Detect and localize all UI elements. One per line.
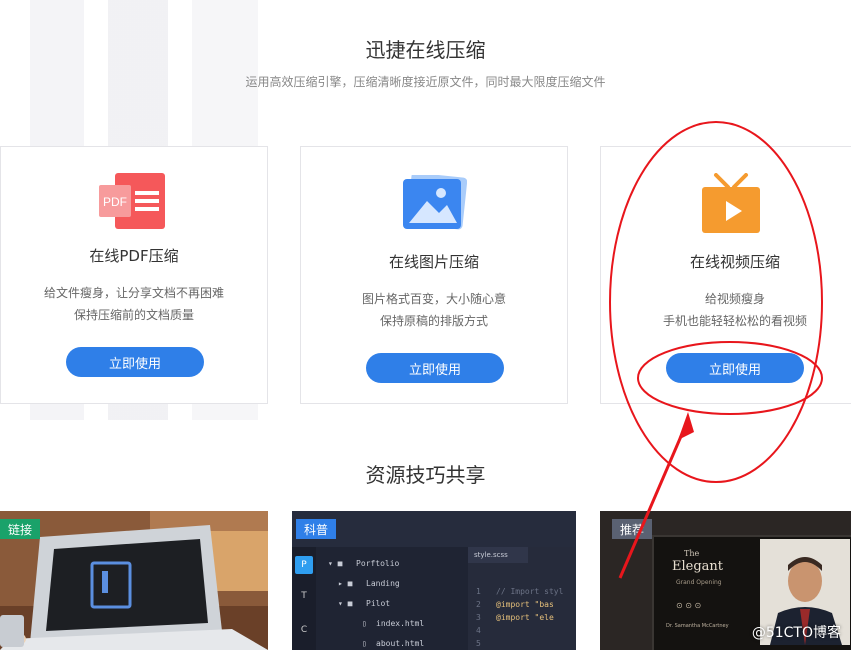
editor-activity-bar: P T C — [292, 547, 316, 650]
section-title-resources: 资源技巧共享 — [365, 463, 486, 487]
magazine-the: The — [684, 549, 700, 558]
folder-chevron-icon: ▾ ■ — [338, 599, 353, 608]
use-now-button-image[interactable]: 立即使用 — [366, 353, 504, 383]
tag-badge: 推荐 — [612, 519, 653, 539]
magazine-icons: ⊙ ⊙ ⊙ — [676, 601, 702, 610]
tree-item: index.html — [376, 619, 425, 628]
card-title: 在线PDF压缩 — [89, 247, 179, 265]
magazine-title: Elegant — [672, 559, 724, 574]
tree-item: Landing — [366, 579, 400, 588]
card-description-line2: 保持压缩前的文档质量 — [73, 308, 194, 322]
line-number: 5 — [476, 639, 481, 648]
card-title: 在线图片压缩 — [388, 253, 479, 271]
pdf-icon: PDF — [99, 173, 165, 229]
tag-badge: 科普 — [296, 519, 337, 539]
card-description-line1: 给视频瘦身 — [704, 292, 765, 306]
file-tree: ▾ ■ Porftolio ▸ ■ Landing ▾ ■ Pilot ▯ in… — [318, 547, 466, 650]
card-description-line1: 图片格式百变，大小随心意 — [361, 292, 506, 306]
card-video-compress: 在线视频压缩 给视频瘦身 手机也能轻轻松松的看视频 立即使用 — [600, 146, 851, 404]
resource-card-link[interactable]: 链接 — [0, 511, 268, 650]
activity-item: T — [301, 591, 307, 601]
section-title-compress: 迅捷在线压缩 — [365, 38, 486, 62]
file-icon: ▯ — [362, 639, 367, 648]
watermark-text: @51CTO博客 — [751, 625, 841, 641]
resource-card-science[interactable]: P T C ▾ ■ Porftolio ▸ ■ Landing ▾ ■ Pilo… — [292, 511, 576, 650]
tree-item: Porftolio — [356, 559, 400, 568]
editor-tab: style.scss — [468, 547, 528, 563]
use-now-button-pdf[interactable]: 立即使用 — [66, 347, 204, 377]
svg-text:PDF: PDF — [103, 195, 127, 209]
line-number: 1 — [476, 587, 481, 596]
code-line: @import "bas — [496, 600, 554, 609]
card-pdf-compress: PDF 在线PDF压缩 给文件瘦身，让分享文档不再困难 保持压缩前的文档质量 立… — [0, 146, 268, 404]
folder-chevron-icon: ▾ ■ — [328, 559, 343, 568]
tree-item: about.html — [376, 639, 425, 648]
magazine-author: Dr. Samantha McCartney — [666, 623, 729, 629]
card-description-line2: 手机也能轻轻松松的看视频 — [662, 314, 807, 328]
use-now-button-video[interactable]: 立即使用 — [666, 353, 804, 383]
file-icon: ▯ — [362, 619, 367, 628]
section-subtitle-compress: 运用高效压缩引擎，压缩清晰度接近原文件，同时最大限度压缩文件 — [245, 75, 606, 89]
resource-card-recommend[interactable]: The Elegant Grand Opening ⊙ ⊙ ⊙ Dr. Sama… — [600, 511, 851, 650]
code-pane: style.scss 1 2 3 4 5 // Import styl @imp… — [468, 547, 576, 650]
card-description-line2: 保持原稿的排版方式 — [379, 314, 488, 328]
tag-badge: 链接 — [0, 519, 41, 539]
line-number: 4 — [476, 626, 481, 635]
laptop-photo — [0, 511, 268, 650]
magazine-subtitle: Grand Opening — [676, 579, 722, 586]
card-title: 在线视频压缩 — [689, 253, 780, 271]
activity-item: C — [300, 625, 308, 635]
card-image-compress: 在线图片压缩 图片格式百变，大小随心意 保持原稿的排版方式 立即使用 — [300, 146, 568, 404]
code-line: @import "ele — [496, 613, 554, 622]
line-number: 3 — [476, 613, 481, 622]
tree-item: Pilot — [366, 599, 391, 608]
card-description-line1: 给文件瘦身，让分享文档不再困难 — [43, 286, 224, 300]
line-number: 2 — [476, 600, 481, 609]
code-line: // Import styl — [496, 587, 564, 596]
tv-video-icon — [702, 173, 760, 233]
activity-item: P — [295, 556, 313, 574]
folder-chevron-icon: ▸ ■ — [338, 579, 353, 588]
image-icon — [403, 175, 467, 230]
